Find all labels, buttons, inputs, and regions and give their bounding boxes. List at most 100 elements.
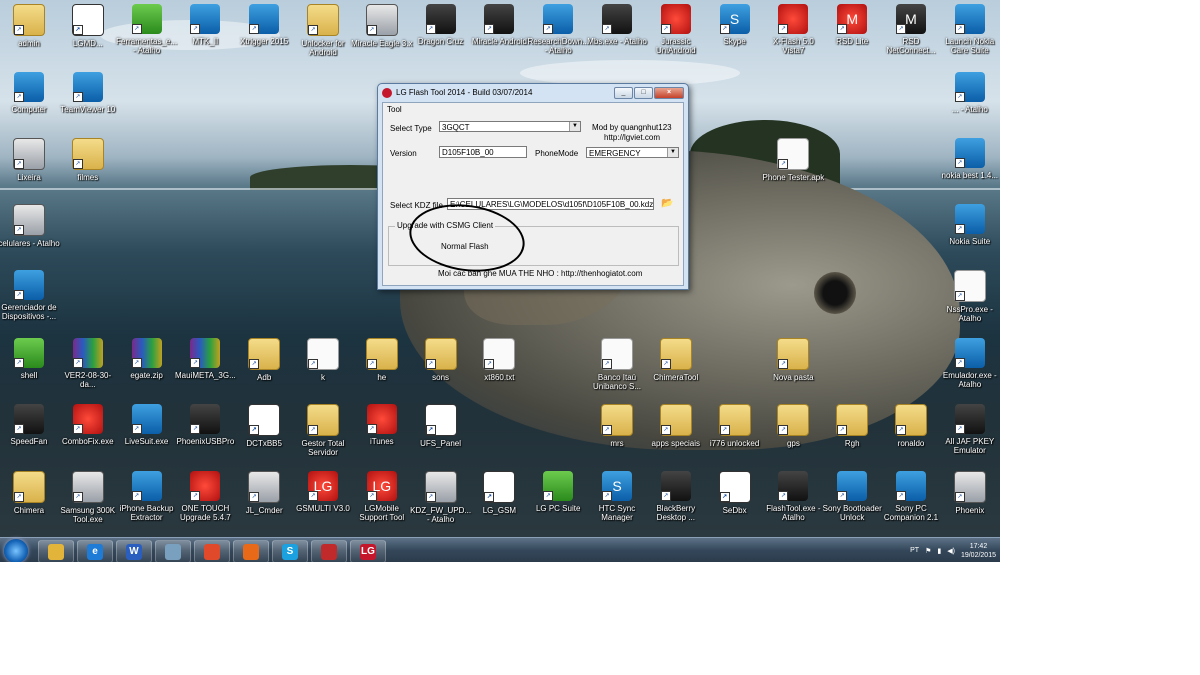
- desktop-icon-emulator[interactable]: ↗ Emulador.exe - Atalho: [939, 338, 1000, 389]
- desktop-icon-phoenix[interactable]: ↗ Phoenix: [939, 471, 1000, 515]
- desktop-icon-ds310[interactable]: DS ↗ LG_GSM: [468, 471, 530, 515]
- desktop-icon-flash[interactable]: ↗ X-Flash 5.0 Vista7: [762, 4, 824, 55]
- menu-tool[interactable]: Tool: [383, 103, 683, 116]
- desktop-icon-folder[interactable]: ↗ i776 unlocked: [704, 404, 766, 448]
- network-icon[interactable]: ▮: [937, 547, 941, 555]
- desktop-icon-folder[interactable]: ↗ filmes: [57, 138, 119, 182]
- open-folder-icon[interactable]: 📂: [661, 198, 673, 209]
- flag-icon[interactable]: ⚑: [925, 547, 931, 555]
- desktop-icon-ds310[interactable]: DS ↗ DCTxBB5: [233, 404, 295, 448]
- desktop-icon-lg-pcsuite[interactable]: ↗ LG PC Suite: [527, 471, 589, 513]
- desktop-icon-combofix[interactable]: ↗ ComboFix.exe: [57, 404, 119, 446]
- desktop-icon-arrows[interactable]: ↗ ResearchDown... - Atalho: [527, 4, 589, 55]
- desktop-icon-user-folder[interactable]: ↗ admin: [0, 4, 60, 48]
- desktop-icon-drive[interactable]: ↗ Miracle Eagle 3.x: [351, 4, 413, 48]
- maximize-button[interactable]: □: [634, 86, 653, 99]
- taskbar-button-skype[interactable]: S: [272, 540, 308, 562]
- desktop-icon-itunes[interactable]: ↗ iTunes: [351, 404, 413, 446]
- desktop-icon-folder[interactable]: ↗ sons: [410, 338, 472, 382]
- desktop-icon-text-file[interactable]: ↗ xt860.txt: [468, 338, 530, 382]
- desktop-icon-folder[interactable]: ↗ gps: [762, 404, 824, 448]
- desktop-icon-unlock[interactable]: ↗ Sony Bootloader Unlock: [821, 471, 883, 522]
- desktop-icon-folder[interactable]: ↗ Adb: [233, 338, 295, 382]
- desktop-icon-motorola[interactable]: M ↗ RSD NetConnect...: [880, 4, 942, 55]
- desktop-icon-folder[interactable]: ↗ he: [351, 338, 413, 382]
- desktop-icon-grid[interactable]: ↗ All JAF PKEY Emulator: [939, 404, 1000, 455]
- desktop-icon-motorola[interactable]: M ↗ RSD Lite: [821, 4, 883, 46]
- start-button[interactable]: [4, 539, 28, 562]
- desktop-icon-file[interactable]: ↗ k: [292, 338, 354, 382]
- taskbar-button-word[interactable]: W: [116, 540, 152, 562]
- desktop-icon-chimera[interactable]: ↗ Chimera: [0, 471, 60, 515]
- select-type-combo[interactable]: 3GQCT ▼: [439, 121, 581, 132]
- dropdown-arrow-icon[interactable]: ▼: [569, 122, 580, 131]
- desktop-icon-pdf[interactable]: ↗ Banco Itaú Unibanco S...: [586, 338, 648, 391]
- desktop-icon-jurassic[interactable]: ↗ Jurassic UniAndroid: [645, 4, 707, 55]
- desktop-icon-livesuit[interactable]: ↗ LiveSuit.exe: [116, 404, 178, 446]
- desktop-icon-bars[interactable]: ↗ Gestor Total Servidor: [292, 404, 354, 457]
- minimize-button[interactable]: _: [614, 86, 633, 99]
- desktop-icon-sony[interactable]: ↗ Sony PC Companion 2.1: [880, 471, 942, 522]
- taskbar-button-ie[interactable]: e: [77, 540, 113, 562]
- desktop-icon-lock[interactable]: ↗ Unlocker for Android: [292, 4, 354, 57]
- desktop-icon-folder[interactable]: ↗ Rgh: [821, 404, 883, 448]
- desktop-icon-tools[interactable]: ↗ Mbs.exe - Atalho: [586, 4, 648, 46]
- taskbar-button-chrome[interactable]: [194, 540, 230, 562]
- desktop-icon-nokia[interactable]: ↗ Launch Nokia Care Suite: [939, 4, 1000, 55]
- language-indicator[interactable]: PT: [910, 547, 919, 554]
- taskbar-button-firefox[interactable]: [233, 540, 269, 562]
- desktop-icon-iphone-backup[interactable]: ↗ iPhone Backup Extractor: [116, 471, 178, 522]
- desktop-icon-rar[interactable]: ↗ VER2-08-30-da...: [57, 338, 119, 389]
- lg-flash-tool-window[interactable]: LG Flash Tool 2014 - Build 03/07/2014 _ …: [377, 83, 689, 290]
- desktop-icon-play[interactable]: ↗ shell: [0, 338, 60, 380]
- desktop-icon-nokia-wave[interactable]: ↗ ... - Atalho: [939, 72, 1000, 114]
- desktop-icon-jl-cmder[interactable]: ↗ JL_Cmder: [233, 471, 295, 515]
- desktop-icon-kdz[interactable]: ↗ KDZ_FW_UPD... - Atalho: [410, 471, 472, 524]
- desktop-icon-nokia-wave[interactable]: ↗ nokia best 1.4...: [939, 138, 1000, 180]
- desktop-icon-apk[interactable]: ↗ Phone Tester.apk: [762, 138, 824, 182]
- desktop-icon-folder[interactable]: ↗ ronaldo: [880, 404, 942, 448]
- desktop-icon-folder[interactable]: ↗ mrs: [586, 404, 648, 448]
- taskbar-button-app[interactable]: [155, 540, 191, 562]
- desktop-icon-skype[interactable]: S ↗ Skype: [704, 4, 766, 46]
- desktop-icon-person[interactable]: ↗ Dragon Cruz: [410, 4, 472, 46]
- desktop-icon-ds310[interactable]: DS ↗ UFS_Panel: [410, 404, 472, 448]
- desktop-icon-rar[interactable]: ↗ egate.zip: [116, 338, 178, 380]
- desktop-icon-ds310[interactable]: DS ↗ LGMD...: [57, 4, 119, 48]
- desktop-icon-onetouch[interactable]: ↗ ONE TOUCH Upgrade 5.4.7: [174, 471, 236, 522]
- desktop-icon-folder[interactable]: ↗ apps speciais: [645, 404, 707, 448]
- desktop-icon-chip[interactable]: ↗ PhoenixUSBPro: [174, 404, 236, 446]
- taskbar-button-toolbox[interactable]: [311, 540, 347, 562]
- desktop-icon-tools[interactable]: ↗ Miracle Android: [468, 4, 530, 46]
- desktop-icon-recycle-bin[interactable]: ↗ Lixeira: [0, 138, 60, 182]
- version-field[interactable]: D105F10B_00: [439, 146, 527, 158]
- desktop-icon-ds310[interactable]: DS ↗ SeDbx: [704, 471, 766, 515]
- desktop-icon-lg[interactable]: LG ↗ LGMobile Support Tool: [351, 471, 413, 522]
- desktop-icon-fan[interactable]: ↗ SpeedFan: [0, 404, 60, 446]
- desktop-icon-nss[interactable]: ↗ NssPro.exe - Atalho: [939, 270, 1000, 323]
- desktop-icon-rar[interactable]: ↗ MauiMETA_3G...: [174, 338, 236, 380]
- desktop-icon-computer[interactable]: ↗ Computer: [0, 72, 60, 114]
- desktop-icon-phone[interactable]: ↗ celulares - Atalho: [0, 204, 60, 248]
- close-button[interactable]: ×: [654, 86, 684, 99]
- clock[interactable]: 17:42 19/02/2015: [961, 542, 996, 560]
- desktop-icon-anchor[interactable]: ↗ MTK_II: [174, 4, 236, 46]
- taskbar-button-explorer[interactable]: [38, 540, 74, 562]
- desktop-icon-htc[interactable]: S ↗ HTC Sync Manager: [586, 471, 648, 522]
- desktop-icon-lg[interactable]: LG ↗ GSMULTI V3.0: [292, 471, 354, 513]
- desktop-icon-teamviewer[interactable]: ↗ TeamViewer 10: [57, 72, 119, 114]
- desktop-icon-device-manager[interactable]: ↗ Gerenciador de Dispositivos -...: [0, 270, 60, 321]
- phonemode-combo[interactable]: EMERGENCY ▼: [586, 147, 679, 158]
- desktop-icon-folder[interactable]: ↗ Nova pasta: [762, 338, 824, 382]
- volume-icon[interactable]: ◀): [947, 547, 955, 555]
- desktop-icon-unlock[interactable]: ↗ Xtrigger 2015: [233, 4, 295, 46]
- desktop-icon-android[interactable]: ↗ Ferramentas_e... - Atalho: [116, 4, 178, 55]
- desktop-icon-blackberry[interactable]: ↗ BlackBerry Desktop ...: [645, 471, 707, 522]
- desktop-icon-folder[interactable]: ↗ ChimeraTool: [645, 338, 707, 382]
- desktop-icon-nokia-suite[interactable]: ↗ Nokia Suite: [939, 204, 1000, 246]
- dropdown-arrow-icon[interactable]: ▼: [667, 148, 678, 157]
- desktop-icon-flashtool[interactable]: ↗ FlashTool.exe - Atalho: [762, 471, 824, 522]
- desktop-icon-samsung-tool[interactable]: ↗ Samsung 300K Tool.exe: [57, 471, 119, 524]
- taskbar-button-lg[interactable]: LG: [350, 540, 386, 562]
- window-titlebar[interactable]: LG Flash Tool 2014 - Build 03/07/2014 _ …: [378, 84, 688, 101]
